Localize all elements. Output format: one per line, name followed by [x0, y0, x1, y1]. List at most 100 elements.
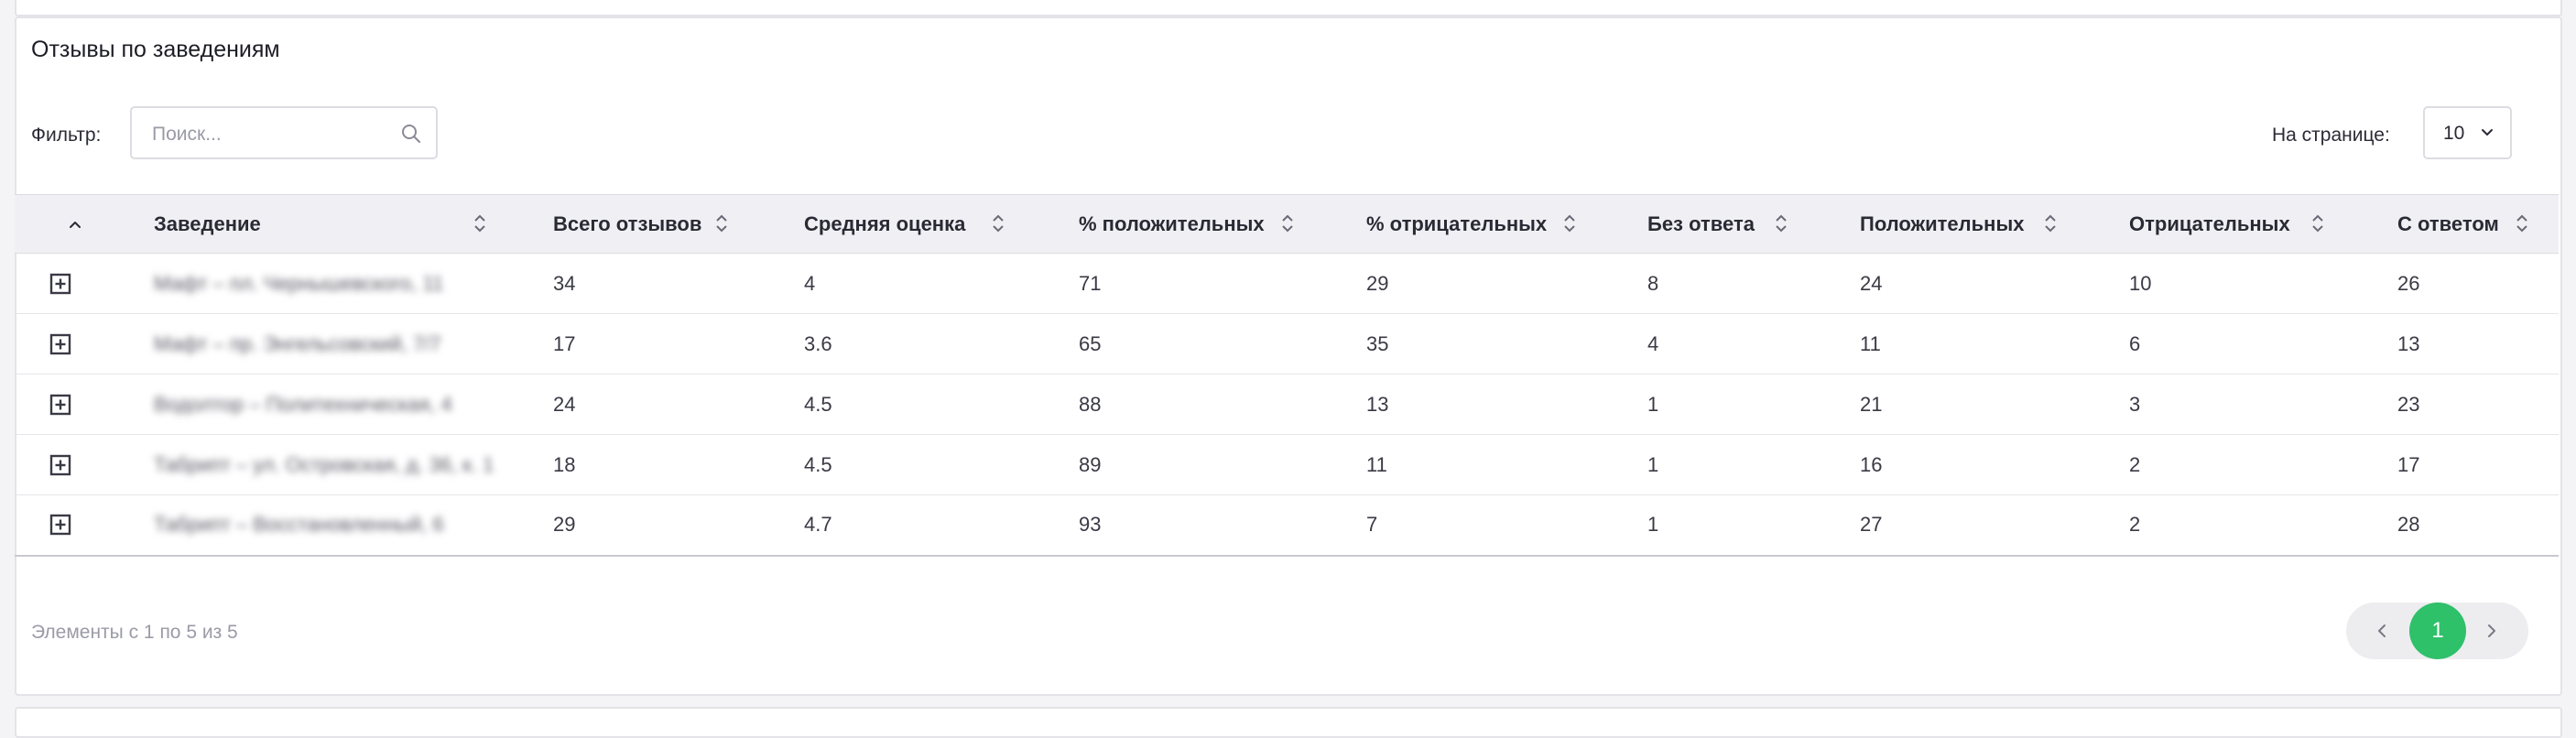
- expand-cell: [15, 314, 141, 374]
- cell-value: 4.7: [804, 513, 832, 537]
- cell-value: 8: [1647, 271, 1659, 295]
- venue-name: Табрипт – ул. Островская, д. 36, к. 1: [154, 452, 495, 476]
- cell-replied: 13: [2385, 314, 2559, 374]
- venue-name: Водолтор – Политехническая, 4: [154, 392, 452, 416]
- column-header-total[interactable]: Всего отзывов: [540, 194, 791, 254]
- search-input[interactable]: [150, 121, 401, 148]
- section-title: Отзывы по заведениям: [31, 37, 280, 62]
- cell-pos-pct: 71: [1066, 254, 1353, 314]
- sort-icon: [2516, 214, 2527, 233]
- reviews-table: Заведение Всего отзывов Средняя оценка %…: [15, 194, 2559, 557]
- cell-pos-pct: 88: [1066, 374, 1353, 435]
- expand-cell: [15, 254, 141, 314]
- cell-positive: 24: [1847, 254, 2116, 314]
- expand-row-icon[interactable]: [49, 394, 71, 416]
- cell-avg: 4.5: [791, 435, 1066, 495]
- cell-value: 17: [2397, 452, 2420, 476]
- column-header-positive[interactable]: Положительных: [1847, 194, 2116, 254]
- column-header-avg[interactable]: Средняя оценка: [791, 194, 1066, 254]
- cell-value: 7: [1366, 513, 1378, 537]
- expand-row-icon[interactable]: [49, 514, 71, 536]
- chevron-right-icon[interactable]: [2484, 623, 2500, 639]
- search-box: [130, 106, 438, 159]
- cell-value: 26: [2397, 271, 2420, 295]
- cell-positive: 11: [1847, 314, 2116, 374]
- cell-value: 88: [1079, 392, 1102, 416]
- cell-neg-pct: 29: [1353, 254, 1635, 314]
- expand-column-header[interactable]: [15, 194, 141, 254]
- table-header-row: Заведение Всего отзывов Средняя оценка %…: [15, 194, 2559, 254]
- cell-value: 71: [1079, 271, 1102, 295]
- cell-pos-pct: 93: [1066, 495, 1353, 556]
- page-button-current[interactable]: 1: [2409, 602, 2466, 659]
- column-header-no-reply[interactable]: Без ответа: [1635, 194, 1847, 254]
- expand-row-icon[interactable]: [49, 333, 71, 355]
- cell-value: 35: [1366, 331, 1389, 355]
- expand-row-icon[interactable]: [49, 454, 71, 476]
- cell-value: 23: [2397, 392, 2420, 416]
- cell-pos-pct: 65: [1066, 314, 1353, 374]
- expand-row-icon[interactable]: [49, 273, 71, 295]
- cell-negative: 2: [2116, 435, 2385, 495]
- cell-no-reply: 4: [1635, 314, 1847, 374]
- cell-total: 34: [540, 254, 791, 314]
- cell-value: 17: [553, 331, 576, 355]
- cell-no-reply: 1: [1635, 435, 1847, 495]
- cell-total: 24: [540, 374, 791, 435]
- sort-icon: [2045, 214, 2056, 233]
- cell-value: 29: [1366, 271, 1389, 295]
- cell-value: 28: [2397, 513, 2420, 537]
- cell-avg: 4: [791, 254, 1066, 314]
- cell-value: 16: [1860, 452, 1883, 476]
- sort-icon: [2312, 214, 2323, 233]
- column-header-pos-pct[interactable]: % положительных: [1066, 194, 1353, 254]
- per-page-select[interactable]: 10: [2423, 106, 2512, 159]
- pagination: 1: [2346, 602, 2528, 659]
- cell-no-reply: 8: [1635, 254, 1847, 314]
- cell-replied: 28: [2385, 495, 2559, 556]
- cell-value: 2: [2129, 513, 2141, 537]
- cell-negative: 3: [2116, 374, 2385, 435]
- chevron-down-icon: [2482, 129, 2493, 136]
- sort-icon: [1776, 214, 1787, 233]
- column-header-venue[interactable]: Заведение: [141, 194, 540, 254]
- cell-value: 89: [1079, 452, 1102, 476]
- chevron-left-icon[interactable]: [2374, 623, 2390, 639]
- cell-negative: 6: [2116, 314, 2385, 374]
- cell-avg: 3.6: [791, 314, 1066, 374]
- table-row: Табрипт – ул. Островская, д. 36, к. 1 18 4…: [15, 435, 2559, 495]
- cell-value: 34: [553, 271, 576, 295]
- venue-name: Мафт – пл. Чернышевского, 11: [154, 271, 444, 295]
- cell-neg-pct: 11: [1353, 435, 1635, 495]
- cell-value: 65: [1079, 331, 1102, 355]
- cell-no-reply: 1: [1635, 374, 1847, 435]
- cell-pos-pct: 89: [1066, 435, 1353, 495]
- cell-total: 18: [540, 435, 791, 495]
- cell-neg-pct: 7: [1353, 495, 1635, 556]
- table-row: Водолтор – Политехническая, 4 24 4.5 88 13 1 2…: [15, 374, 2559, 435]
- cell-name: Табрипт – Восстановленный, 6: [141, 495, 540, 556]
- cell-value: 4.5: [804, 392, 832, 416]
- cell-value: 93: [1079, 513, 1102, 537]
- cell-value: 2: [2129, 452, 2141, 476]
- column-header-negative[interactable]: Отрицательных: [2116, 194, 2385, 254]
- next-card: [15, 707, 2562, 738]
- cell-value: 24: [1860, 271, 1883, 295]
- cell-positive: 21: [1847, 374, 2116, 435]
- previous-card: [15, 0, 2562, 16]
- cell-negative: 2: [2116, 495, 2385, 556]
- filter-label: Фильтр:: [31, 125, 102, 146]
- cell-neg-pct: 35: [1353, 314, 1635, 374]
- cell-negative: 10: [2116, 254, 2385, 314]
- cell-value: 1: [1647, 452, 1659, 476]
- cell-value: 6: [2129, 331, 2141, 355]
- cell-value: 4.5: [804, 452, 832, 476]
- search-icon[interactable]: [401, 124, 421, 144]
- column-header-replied[interactable]: С ответом: [2385, 194, 2559, 254]
- cell-value: 13: [1366, 392, 1389, 416]
- cell-value: 4: [804, 271, 816, 295]
- venue-name: Табрипт – Восстановленный, 6: [154, 513, 444, 537]
- expand-cell: [15, 374, 141, 435]
- cell-no-reply: 1: [1635, 495, 1847, 556]
- column-header-neg-pct[interactable]: % отрицательных: [1353, 194, 1635, 254]
